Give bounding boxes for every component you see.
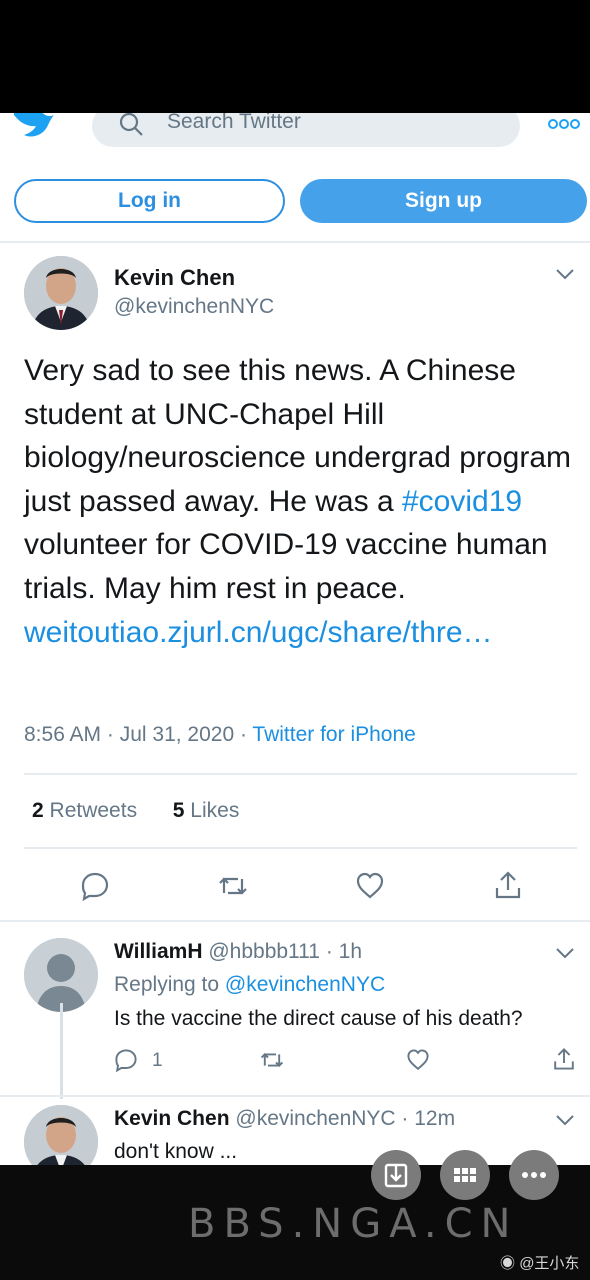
reply2-header: Kevin Chen @kevinchenNYC · 12m xyxy=(114,1107,455,1131)
meta-divider xyxy=(24,773,577,775)
reply-reply-icon[interactable] xyxy=(114,1048,138,1072)
avatar[interactable] xyxy=(24,256,98,330)
likes-stat[interactable]: 5 Likes xyxy=(173,799,240,822)
twitter-bird-icon[interactable] xyxy=(14,113,54,139)
more-button[interactable] xyxy=(509,1150,559,1200)
reply-handle-time: @hbbbb111 · 1h xyxy=(208,940,362,963)
chevron-down-icon[interactable] xyxy=(555,268,575,280)
default-avatar-icon xyxy=(24,938,98,1012)
stats-divider xyxy=(24,847,577,849)
author-name[interactable]: Kevin Chen xyxy=(114,265,235,291)
download-icon xyxy=(384,1163,408,1188)
replying-to-link[interactable]: @kevinchenNYC xyxy=(225,973,385,996)
more-options-icon[interactable] xyxy=(548,117,580,131)
tweet-source-link[interactable]: Twitter for iPhone xyxy=(252,723,415,746)
header-divider xyxy=(0,241,590,243)
author-photo xyxy=(24,256,98,330)
top-bar: Search Twitter xyxy=(0,113,590,153)
login-button[interactable]: Log in xyxy=(14,179,285,223)
reply-header: WilliamH @hbbbb111 · 1h xyxy=(114,940,362,964)
reply2-chevron-down-icon[interactable] xyxy=(555,1114,575,1126)
grid-icon xyxy=(454,1168,476,1182)
reply2-author-name[interactable]: Kevin Chen xyxy=(114,1107,230,1130)
tweet-timestamp: 8:56 AM · Jul 31, 2020 · xyxy=(24,723,253,746)
reply-like-icon[interactable] xyxy=(406,1048,430,1072)
reply-retweet-icon[interactable] xyxy=(260,1048,284,1072)
reply2-text: don't know ... xyxy=(114,1140,238,1163)
like-heart-icon[interactable] xyxy=(355,871,385,901)
reply2-author-photo xyxy=(24,1105,98,1165)
grid-button[interactable] xyxy=(440,1150,490,1200)
likes-label: Likes xyxy=(190,799,240,822)
reply-divider xyxy=(0,1095,590,1097)
retweet-icon[interactable] xyxy=(218,871,248,901)
reply-text: Is the vaccine the direct cause of his d… xyxy=(114,1007,523,1030)
tweet-text-part2: volunteer for COVID-19 vaccine human tri… xyxy=(24,528,548,605)
weibo-icon: ◉ xyxy=(500,1255,516,1272)
reply2-handle-time: @kevinchenNYC · 12m xyxy=(235,1107,456,1130)
twitter-screen: Search Twitter Log in Sign up Kevin Chen… xyxy=(0,113,590,1165)
tweet-meta: 8:56 AM · Jul 31, 2020 · Twitter for iPh… xyxy=(24,723,416,747)
watermark: BBS.NGA.CN xyxy=(188,1201,519,1247)
reply2-avatar[interactable] xyxy=(24,1105,98,1165)
retweets-count: 2 xyxy=(32,799,44,822)
tweet-divider xyxy=(0,920,590,922)
retweets-label: Retweets xyxy=(49,799,138,822)
author-handle[interactable]: @kevinchenNYC xyxy=(114,295,274,319)
retweets-stat[interactable]: 2 Retweets xyxy=(32,799,137,822)
share-icon[interactable] xyxy=(493,870,523,900)
search-bar[interactable]: Search Twitter xyxy=(92,113,520,147)
weibo-credit-text: @王小东 xyxy=(519,1255,580,1272)
tweet-stats: 2 Retweets 5 Likes xyxy=(32,799,239,823)
url-link[interactable]: weitoutiao.zjurl.cn/ugc/share/thre… xyxy=(24,616,493,649)
reply-author-name[interactable]: WilliamH xyxy=(114,940,203,963)
tweet-text: Very sad to see this news. A Chinese stu… xyxy=(24,349,574,654)
reply-reply-count: 1 xyxy=(152,1050,163,1071)
download-button[interactable] xyxy=(371,1150,421,1200)
thread-line xyxy=(60,1003,63,1099)
replying-to: Replying to @kevinchenNYC xyxy=(114,973,385,997)
hashtag-link[interactable]: #covid19 xyxy=(402,485,522,518)
search-placeholder: Search Twitter xyxy=(167,113,301,133)
likes-count: 5 xyxy=(172,799,185,822)
reply-share-icon[interactable] xyxy=(552,1047,576,1071)
weibo-credit: ◉ @王小东 xyxy=(500,1252,579,1273)
reply-chevron-down-icon[interactable] xyxy=(555,947,575,959)
search-icon xyxy=(119,113,143,136)
signup-button[interactable]: Sign up xyxy=(300,179,587,223)
replying-prefix: Replying to xyxy=(114,973,225,996)
ellipsis-icon xyxy=(522,1172,546,1178)
reply-icon[interactable] xyxy=(80,871,110,901)
reply-avatar[interactable] xyxy=(24,938,98,1012)
